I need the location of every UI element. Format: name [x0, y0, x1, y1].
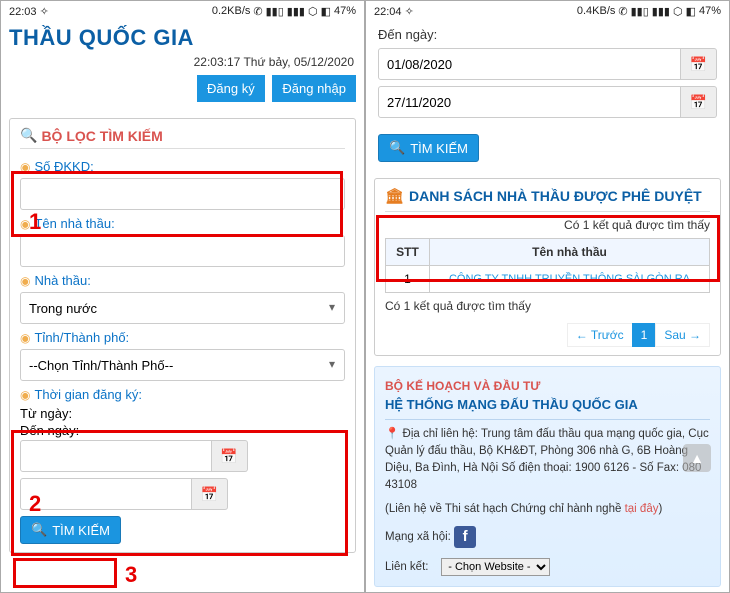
vibrate-icon: ✆	[253, 5, 262, 18]
search-button-label: TÌM KIẾM	[410, 141, 468, 156]
statusbar: 22:04 ✧ 0.4KB/s ✆ ▮▮▯ ▮▮▮ ⬡ ◧ 47%	[366, 1, 729, 21]
calendar-icon[interactable]: 📅	[212, 440, 248, 472]
field-label-tinh: Tỉnh/Thành phố:	[34, 330, 129, 345]
from-date-input[interactable]	[20, 440, 212, 472]
status-battery: 47%	[699, 5, 721, 17]
statusbar: 22:03 ✧ 0.2KB/s ✆ ▮▮▯ ▮▮▮ ⬡ ◧ 47%	[1, 1, 364, 21]
table-row: 1 CÔNG TY TNHH TRUYỀN THÔNG SÀI GÒN RA	[386, 266, 710, 293]
dot-icon	[20, 387, 30, 402]
battery-icon: ◧	[321, 5, 331, 18]
field-label-dkkd: Số ĐKKD:	[34, 159, 93, 174]
dot-icon	[20, 216, 30, 231]
footer-social-row: Mạng xã hội: f	[385, 526, 710, 548]
field-label-thoigian: Thời gian đăng ký:	[34, 387, 142, 402]
col-stt: STT	[386, 239, 430, 266]
battery-icon: ◧	[686, 5, 696, 18]
col-ten: Tên nhà thầu	[430, 239, 710, 266]
filter-header: 🔍 BỘ LỌC TÌM KIẾM	[20, 127, 345, 149]
results-panel: 🏛 DANH SÁCH NHÀ THẦU ĐƯỢC PHÊ DUYỆT Có 1…	[374, 178, 721, 356]
nhathau-select[interactable]: Trong nước	[20, 292, 345, 324]
status-battery: 47%	[334, 5, 356, 17]
cell-name-link[interactable]: CÔNG TY TNHH TRUYỀN THÔNG SÀI GÒN RA	[430, 266, 710, 293]
arrow-up-icon: ▲	[690, 450, 704, 466]
dkkd-input[interactable]	[20, 178, 345, 210]
cell-idx: 1	[386, 266, 430, 293]
register-button[interactable]: Đăng ký	[197, 75, 265, 102]
footer-address: 📍 Địa chỉ liên hệ: Trung tâm đấu thầu qu…	[385, 426, 710, 495]
dot-icon	[20, 273, 30, 288]
status-speed: 0.4KB/s	[577, 5, 616, 17]
footer-links-row: Liên kết: - Chọn Website -	[385, 558, 710, 576]
signal-icon: ▮▮▮	[652, 5, 670, 18]
calendar-icon[interactable]: 📅	[681, 86, 717, 118]
tinh-select[interactable]: --Chọn Tỉnh/Thành Phố--	[20, 349, 345, 381]
status-time: 22:03	[9, 6, 37, 18]
wifi-icon: ⬡	[308, 5, 318, 18]
field-label-ten: Tên nhà thầu:	[34, 216, 114, 231]
date1-input[interactable]	[378, 48, 681, 80]
wifi-icon: ⬡	[673, 5, 683, 18]
status-time: 22:04	[374, 6, 402, 18]
results-header: 🏛 DANH SÁCH NHÀ THẦU ĐƯỢC PHÊ DUYỆT	[385, 187, 710, 212]
filter-header-label: BỘ LỌC TÌM KIẾM	[41, 128, 162, 144]
results-table: STT Tên nhà thầu 1 CÔNG TY TNHH TRUYỀN T…	[385, 238, 710, 293]
search-button[interactable]: 🔍 TÌM KIẾM	[20, 516, 121, 544]
footer-ministry: BỘ KẾ HOẠCH VÀ ĐẦU TƯ	[385, 377, 710, 395]
page-datetime: 22:03:17 Thứ bảy, 05/12/2020	[1, 53, 364, 75]
annotation-box-3	[13, 558, 117, 588]
field-label-nhathau: Nhà thầu:	[34, 273, 90, 288]
facebook-icon[interactable]: f	[454, 526, 476, 548]
scroll-top-button[interactable]: ▲	[683, 444, 711, 472]
pager-page-1[interactable]: 1	[632, 323, 657, 347]
dot-icon	[20, 330, 30, 345]
building-icon: 🏛	[385, 187, 404, 205]
dot-icon	[20, 159, 30, 174]
results-header-label: DANH SÁCH NHÀ THẦU ĐƯỢC PHÊ DUYỆT	[409, 188, 702, 204]
signal-icon: ▮▮▮	[287, 5, 305, 18]
pager-next[interactable]: Sau →	[655, 323, 710, 347]
footer-panel: BỘ KẾ HOẠCH VÀ ĐẦU TƯ HỆ THỐNG MẠNG ĐẤU …	[374, 366, 721, 587]
table-header-row: STT Tên nhà thầu	[386, 239, 710, 266]
footer-system-title: HỆ THỐNG MẠNG ĐẤU THẦU QUỐC GIA	[385, 395, 710, 420]
login-button[interactable]: Đăng nhập	[272, 75, 356, 102]
results-count-top: Có 1 kết quả được tìm thấy	[385, 212, 710, 238]
date2-input[interactable]	[378, 86, 681, 118]
calendar-icon[interactable]: 📅	[192, 478, 228, 510]
field-label-denngay: Đến ngày:	[366, 21, 729, 44]
pager-prev[interactable]: ← Trước	[567, 323, 633, 347]
search-icon: 🔍	[389, 140, 405, 156]
footer-link-label: Liên kết:	[385, 561, 428, 573]
footer-contact-prefix: (Liên hệ về Thi sát hạch Chứng chỉ hành …	[385, 503, 625, 515]
footer-contact-link[interactable]: tại đây	[625, 503, 659, 515]
field-label-denngay: Đến ngày:	[20, 423, 345, 438]
vibrate-icon: ✆	[618, 5, 627, 18]
to-date-input[interactable]	[20, 478, 192, 510]
footer-address-text: Địa chỉ liên hệ: Trung tâm đấu thầu qua …	[385, 428, 709, 492]
filter-panel: 🔍 BỘ LỌC TÌM KIẾM Số ĐKKD: Tên nhà thầu:…	[9, 118, 356, 553]
field-label-tungay: Từ ngày:	[20, 406, 345, 421]
annotation-number-3: 3	[125, 562, 137, 588]
footer-contact: (Liên hệ về Thi sát hạch Chứng chỉ hành …	[385, 501, 710, 518]
search-button-label: TÌM KIẾM	[52, 523, 110, 538]
footer-social-label: Mạng xã hội:	[385, 531, 451, 543]
footer-contact-suffix: )	[658, 503, 662, 515]
website-select[interactable]: - Chọn Website -	[441, 558, 550, 576]
status-speed: 0.2KB/s	[212, 5, 251, 17]
calendar-icon[interactable]: 📅	[681, 48, 717, 80]
app-title: THẦU QUỐC GIA	[1, 21, 364, 53]
search-button[interactable]: 🔍 TÌM KIẾM	[378, 134, 479, 162]
search-icon: 🔍	[20, 127, 37, 144]
results-count-bottom: Có 1 kết quả được tìm thấy	[385, 293, 710, 319]
signal-icon: ▮▮▯	[631, 5, 649, 18]
search-icon: 🔍	[31, 522, 47, 538]
pager: ← Trước1Sau →	[385, 319, 710, 347]
signal-icon: ▮▮▯	[266, 5, 284, 18]
pin-icon: 📍	[385, 428, 399, 440]
ten-nhathau-input[interactable]	[20, 235, 345, 267]
